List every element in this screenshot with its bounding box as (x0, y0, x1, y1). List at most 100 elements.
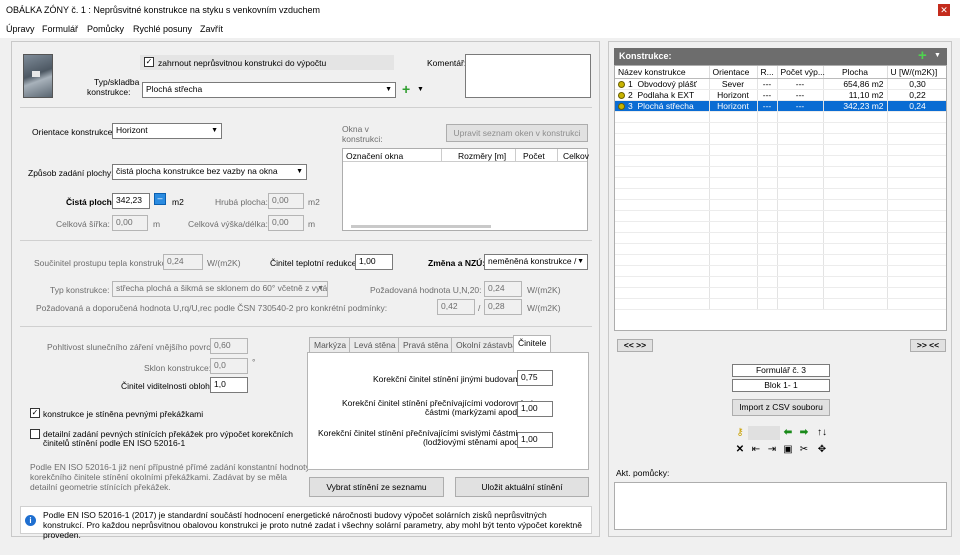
blank-tool-icon[interactable] (748, 426, 764, 440)
total-width-label: Celková šířka: (56, 219, 110, 229)
move-last-icon[interactable]: ⇥ (764, 443, 780, 457)
detail-checkbox[interactable] (30, 429, 40, 439)
temp-red-field[interactable]: 1,00 (355, 254, 393, 270)
horizontal-scrollbar[interactable] (351, 225, 491, 228)
nav-expand-left-button[interactable]: << >> (617, 339, 653, 352)
info-box: i Podle EN ISO 52016-1 (2017) je standar… (20, 506, 592, 540)
windows-label-2: konstrukci: (342, 134, 383, 144)
row-area: 654,86 m2 (823, 78, 888, 90)
rec-u-field-2: 0,28 (484, 299, 522, 315)
factor3-field[interactable]: 1,00 (517, 432, 553, 448)
change-select[interactable]: neměněná konstrukce / ▼ (484, 254, 588, 270)
chevron-down-icon: ▼ (296, 168, 303, 175)
row-orientation: Horizont (709, 89, 758, 101)
u-unit: W/(m2K) (207, 258, 241, 268)
select-shading-button[interactable]: Vybrat stínění ze seznamu (309, 477, 444, 497)
import-csv-button[interactable]: Import z CSV souboru (732, 399, 830, 416)
constr-type-select: střecha plochá a šikmá se sklonem do 60°… (112, 281, 328, 297)
menu-item-rychle-posuny[interactable]: Rychlé posuny (133, 24, 192, 34)
table-row[interactable]: 2 Podlaha k EXT Horizont --- --- 11,10 m… (615, 89, 946, 101)
arrow-left-icon[interactable]: ⬅ (780, 426, 796, 440)
move-first-icon[interactable]: ⇤ (748, 443, 764, 457)
paste-icon[interactable]: ▣ (780, 443, 796, 457)
empty-row (615, 243, 946, 255)
table-row-selected[interactable]: 3 Plochá střecha Horizont --- --- 342,23… (615, 100, 946, 112)
row-count: --- (777, 100, 824, 112)
row-index: 1 (628, 79, 633, 89)
menu-item-pomucky[interactable]: Pomůcky (87, 24, 124, 34)
block-number: Blok 1- 1 (732, 379, 830, 392)
tools-label: Akt. pomůcky: (616, 468, 670, 478)
factor1-field[interactable]: 0,75 (517, 370, 553, 386)
menu-item-upravy[interactable]: Úpravy (6, 24, 35, 34)
orientation-label: Orientace konstrukce: (32, 127, 115, 137)
key-icon[interactable]: ⚷ (732, 426, 748, 440)
comment-field[interactable] (465, 54, 591, 98)
gross-area-field: 0,00 (268, 193, 304, 209)
tab-markyza[interactable]: Markýza (309, 337, 352, 353)
rec-u-label: Požadovaná a doporučená hodnota U,rq/U,r… (36, 303, 388, 313)
arrow-right-icon[interactable]: ➡ (796, 426, 812, 440)
tab-prava-stena[interactable]: Pravá stěna (398, 337, 454, 353)
col-area[interactable]: Plocha (823, 66, 888, 79)
row-name-cell: 2 Podlaha k EXT (615, 89, 710, 101)
detail-label-2: činitelů stínění podle EN ISO 52016-1 (43, 438, 186, 448)
shaded-checkbox[interactable]: ✓ (30, 408, 40, 418)
total-width-unit: m (153, 219, 161, 229)
shaded-label: konstrukce je stíněna pevnými překážkami (43, 409, 204, 419)
add-icon[interactable]: + (918, 48, 927, 64)
tab-cinitele[interactable]: Činitele (513, 335, 552, 353)
sky-field[interactable]: 1,0 (210, 377, 248, 393)
nav-collapse-right-button[interactable]: >> << (910, 339, 946, 352)
add-icon[interactable]: + (402, 82, 410, 96)
blank-tool-icon[interactable] (764, 426, 780, 440)
row-name: Plochá střecha (637, 101, 694, 111)
constructions-grid: Název konstrukce Orientace R... Počet vý… (615, 66, 946, 310)
factor2-field[interactable]: 1,00 (517, 401, 553, 417)
row-name: Podlaha k EXT (637, 90, 695, 100)
thumbnail-detail (32, 71, 40, 77)
table-row[interactable]: 1 Obvodový plášť Sever --- --- 654,86 m2… (615, 78, 946, 90)
empty-row (615, 111, 946, 123)
orientation-select[interactable]: Horizont ▼ (112, 123, 222, 139)
area-mode-select[interactable]: čistá plocha konstrukce bez vazby na okn… (112, 164, 307, 180)
divider (20, 326, 592, 327)
include-checkbox[interactable]: ✓ (144, 57, 154, 67)
tab-okolni-zastavba[interactable]: Okolní zástavba (451, 337, 522, 353)
absorb-label: Pohltivost slunečního záření vnějšího po… (47, 342, 223, 352)
tab-leva-stena[interactable]: Levá stěna (349, 337, 401, 353)
net-area-field[interactable]: 342,23 (112, 193, 150, 209)
col-divider (557, 149, 558, 162)
cut-icon[interactable]: ✂ (796, 443, 812, 457)
menu-item-formular[interactable]: Formulář (42, 24, 78, 34)
minus-icon[interactable]: – (154, 193, 166, 205)
row-r: --- (757, 78, 778, 90)
col-name[interactable]: Název konstrukce (615, 66, 710, 79)
type-select-value: Plochá střecha (146, 84, 203, 94)
menu-item-zavrit[interactable]: Zavřít (200, 24, 223, 34)
tools-area[interactable] (614, 482, 947, 530)
move-icon[interactable]: ✥ (814, 443, 830, 457)
constructions-title: Konstrukce: (619, 51, 672, 61)
move-up-down-icon[interactable]: ↑↓ (814, 426, 830, 440)
save-shading-button[interactable]: Uložit aktuální stínění (455, 477, 589, 497)
chevron-down-icon[interactable]: ▼ (417, 86, 424, 93)
u-label: Součinitel prostupu tepla konstrukce: (34, 258, 173, 268)
type-label-2: konstrukce: (87, 87, 131, 97)
gross-area-unit: m2 (308, 197, 320, 207)
windows-table-header: Označení okna Rozměry [m] Počet Celkov (343, 149, 589, 162)
chevron-down-icon[interactable]: ▼ (934, 52, 941, 59)
note-line-1: Podle EN ISO 52016-1 již není přípustné … (30, 462, 310, 472)
delete-icon[interactable]: ✕ (732, 443, 748, 457)
col-r[interactable]: R... (757, 66, 778, 79)
type-select[interactable]: Plochá střecha ▼ (142, 82, 396, 98)
status-bullet-icon (618, 81, 625, 89)
total-height-label: Celková výška/délka: (188, 219, 268, 229)
close-window-button[interactable]: ✕ (938, 4, 950, 16)
col-orientation[interactable]: Orientace (709, 66, 758, 79)
col-count[interactable]: Počet výp... (777, 66, 825, 79)
col-u[interactable]: U [W/(m2K)] (887, 66, 946, 79)
note-line-3: detailní geometrie stínících překážek. (30, 482, 171, 492)
row-name: Obvodový plášť (637, 79, 697, 89)
row-name-cell: 1 Obvodový plášť (615, 78, 710, 90)
